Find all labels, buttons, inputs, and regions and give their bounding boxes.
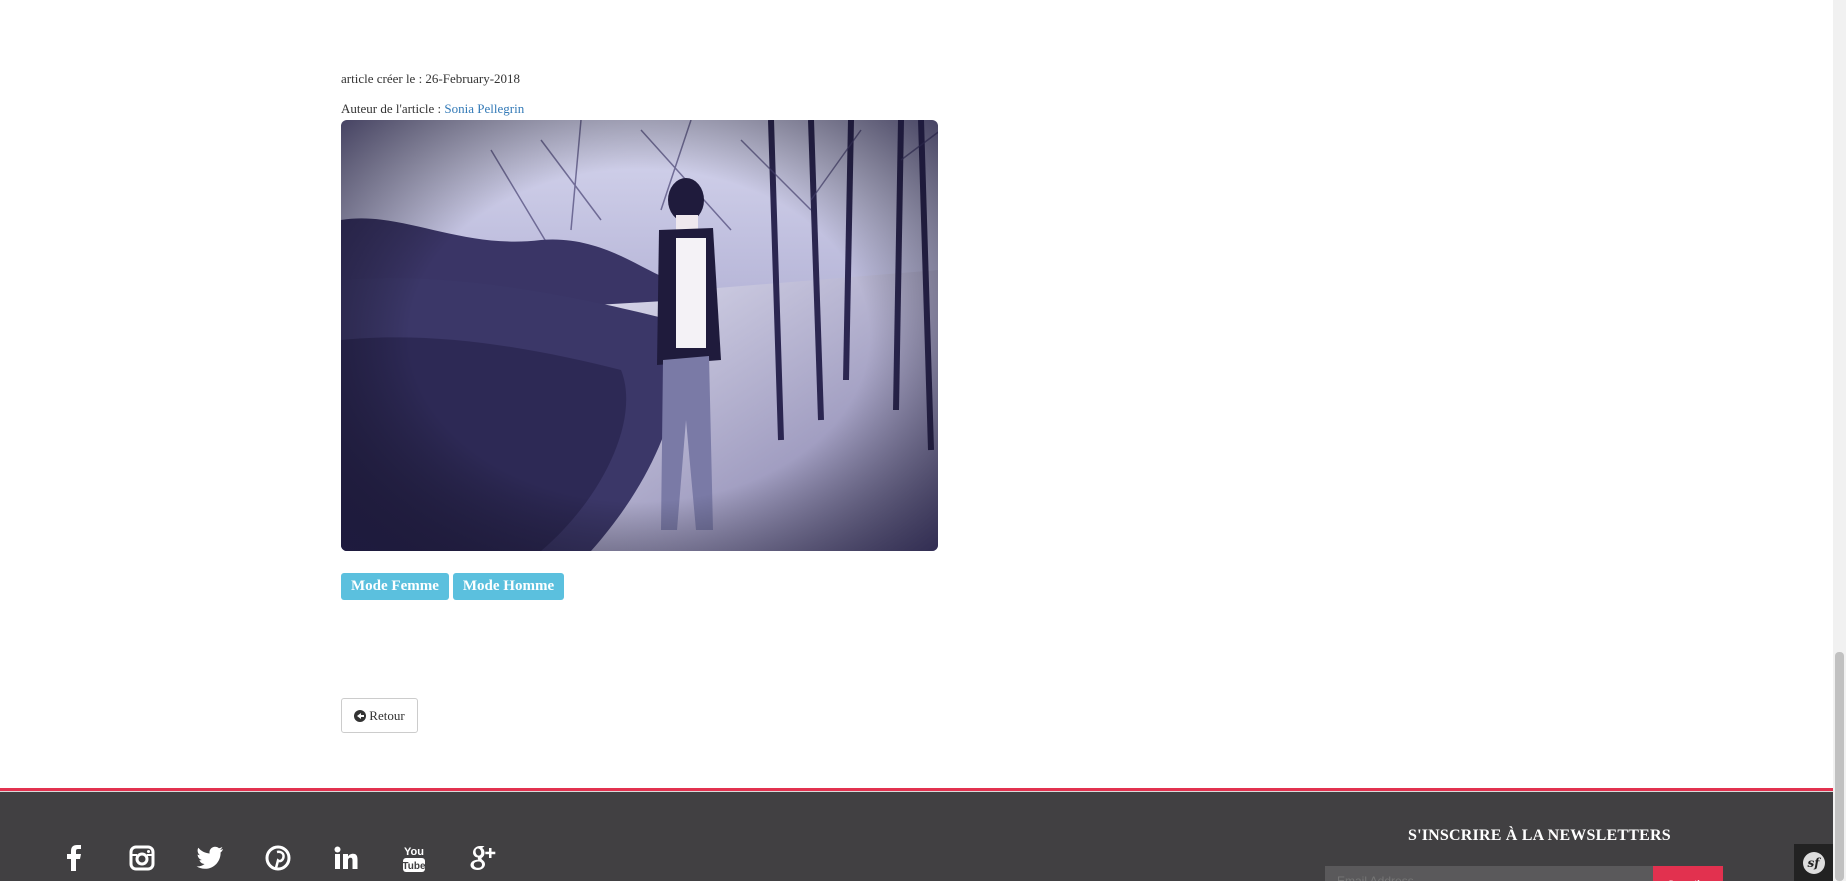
tag-list: Mode Femme Mode Homme [341, 573, 565, 600]
vertical-scrollbar[interactable] [1833, 0, 1846, 881]
linkedin-icon[interactable] [312, 843, 380, 873]
author-prefix: Auteur de l'article : [341, 101, 445, 116]
email-field[interactable] [1325, 866, 1653, 881]
youtube-icon[interactable]: You Tube [380, 843, 448, 873]
arrow-circle-left-icon [354, 709, 367, 722]
newsletter-title: S'INSCRIRE À LA NEWSLETTERS [1408, 827, 1671, 844]
instagram-icon[interactable] [108, 843, 176, 873]
twitter-icon[interactable] [176, 843, 244, 873]
article-image [341, 120, 938, 551]
back-button[interactable]: Retour [341, 698, 418, 733]
pinterest-icon[interactable] [244, 843, 312, 873]
author-link[interactable]: Sonia Pellegrin [444, 101, 524, 116]
svg-text:You: You [404, 846, 424, 858]
back-button-label: Retour [369, 707, 405, 723]
tag-mode-femme[interactable]: Mode Femme [341, 573, 449, 600]
social-links: You Tube [40, 843, 516, 873]
footer-divider [0, 791, 1833, 792]
google-plus-icon[interactable] [448, 843, 516, 873]
symfony-logo-icon: sf [1802, 851, 1825, 874]
subscribe-button[interactable]: Suscribe [1653, 866, 1723, 881]
tag-mode-homme[interactable]: Mode Homme [452, 573, 565, 600]
svg-text:Tube: Tube [402, 861, 426, 872]
symfony-toolbar-toggle[interactable]: sf [1794, 844, 1833, 881]
footer: You Tube S'INSCRIRE À LA NEWSLETTERS Susc… [0, 788, 1833, 881]
scrollbar-thumb[interactable] [1835, 652, 1844, 881]
facebook-icon[interactable] [40, 843, 108, 873]
article-author: Auteur de l'article : Sonia Pellegrin [341, 101, 524, 117]
article-date: article créer le : 26-February-2018 [341, 71, 521, 86]
